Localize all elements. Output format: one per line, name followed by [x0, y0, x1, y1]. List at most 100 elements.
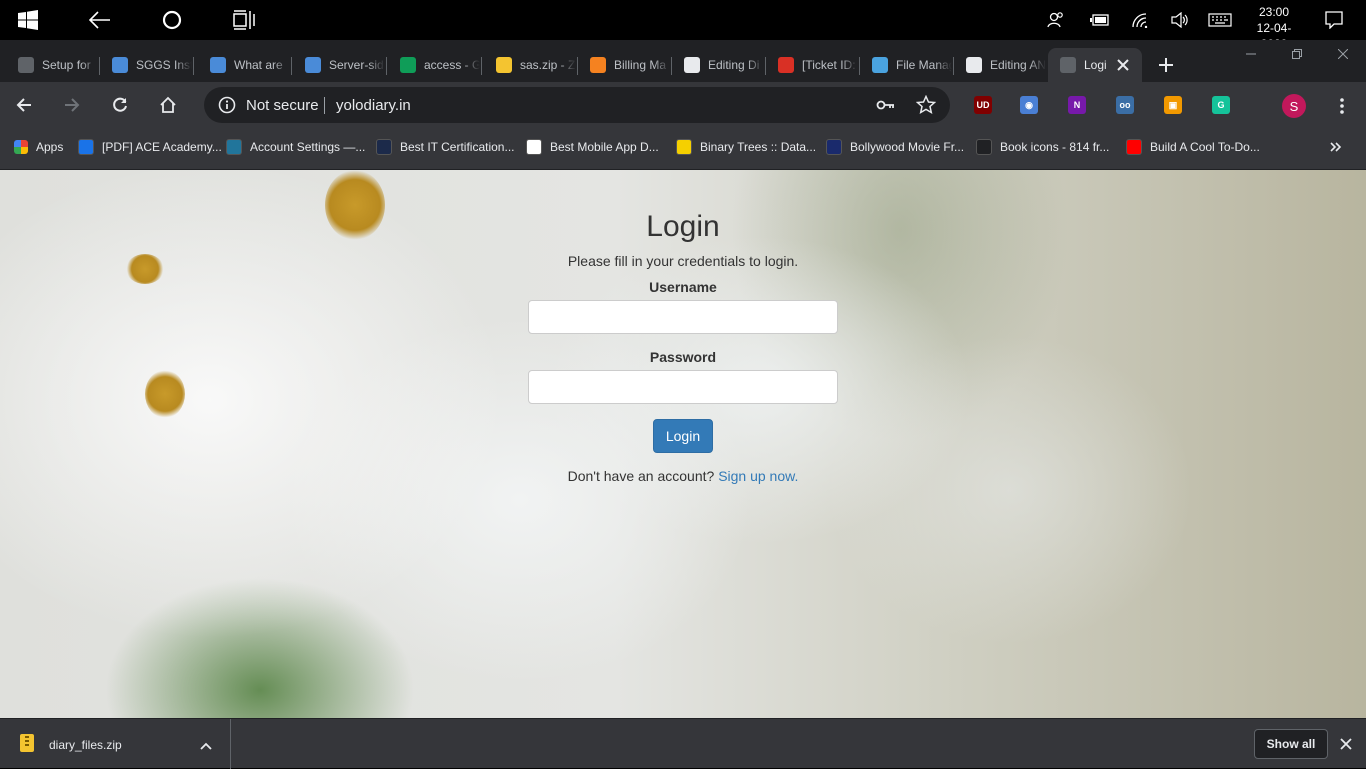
keyboard-icon[interactable]: [1208, 10, 1232, 30]
tab-favicon-icon: [305, 57, 321, 73]
bookmark-item[interactable]: Account Settings —...: [226, 137, 365, 157]
reload-icon[interactable]: [104, 89, 136, 121]
zip-file-icon: [20, 734, 34, 752]
info-circle-icon[interactable]: [218, 96, 236, 119]
tab-separator: [193, 57, 194, 75]
more-bookmarks-chevron-icon[interactable]: [1330, 140, 1342, 158]
key-icon[interactable]: [876, 97, 896, 118]
browser-tab[interactable]: File Manag: [860, 48, 954, 82]
tab-title: sas.zip - Z: [520, 58, 576, 72]
restore-icon[interactable]: [1274, 40, 1320, 68]
tab-favicon-icon: [684, 57, 700, 73]
onenote-extension-icon[interactable]: N: [1068, 96, 1086, 114]
bookmark-label: Build A Cool To-Do...: [1150, 140, 1260, 154]
windows-taskbar: 23:00 12-04-2020: [0, 0, 1366, 51]
cortana-circle-icon[interactable]: [152, 0, 192, 40]
tab-favicon-icon: [112, 57, 128, 73]
minimize-icon[interactable]: [1228, 40, 1274, 68]
address-bar[interactable]: Not secure yolodiary.in: [204, 87, 950, 123]
browser-tab[interactable]: What are: [198, 48, 292, 82]
tab-favicon-icon: [872, 57, 888, 73]
wifi-icon[interactable]: [1130, 10, 1150, 30]
show-all-button[interactable]: Show all: [1254, 729, 1328, 759]
back-arrow-icon[interactable]: [8, 89, 40, 121]
volume-icon[interactable]: [1170, 10, 1190, 30]
bookmark-label: Bollywood Movie Fr...: [850, 140, 965, 154]
browser-tab[interactable]: [Ticket ID:: [766, 48, 860, 82]
bookmark-label: Book icons - 814 fr...: [1000, 140, 1110, 154]
username-input[interactable]: [528, 300, 838, 334]
windows-logo-icon[interactable]: [8, 0, 48, 40]
screenshot-extension-icon[interactable]: ▣: [1164, 96, 1182, 114]
username-label: Username: [649, 279, 717, 295]
camera-extension-icon[interactable]: ◉: [1020, 96, 1038, 114]
browser-tab[interactable]: Server-sid: [293, 48, 387, 82]
close-tab-icon[interactable]: [1116, 58, 1130, 72]
tab-separator: [386, 57, 387, 75]
browser-tab[interactable]: Billing Ma: [578, 48, 672, 82]
clock-time: 23:00: [1258, 5, 1290, 19]
bookmark-label: Account Settings —...: [250, 140, 366, 154]
new-tab-plus-icon[interactable]: [1152, 51, 1180, 79]
bookmark-item[interactable]: Best Mobile App D...: [526, 137, 659, 157]
notification-icon[interactable]: [1324, 10, 1344, 30]
bookmark-item[interactable]: Bollywood Movie Fr...: [826, 137, 964, 157]
browser-tab[interactable]: SGGS Insti: [100, 48, 194, 82]
bookmark-favicon-icon: [826, 139, 842, 155]
bookmark-label: Best Mobile App D...: [550, 140, 659, 154]
people-icon[interactable]: [1046, 10, 1066, 30]
download-shelf: diary_files.zip Show all: [0, 718, 1366, 769]
close-window-icon[interactable]: [1320, 40, 1366, 68]
browser-tab[interactable]: sas.zip - Z: [484, 48, 578, 82]
bookmark-favicon-icon: [526, 139, 542, 155]
flower-stamen: [325, 170, 385, 240]
browser-tab[interactable]: Editing Di: [672, 48, 766, 82]
home-icon[interactable]: [152, 89, 184, 121]
battery-icon[interactable]: [1090, 10, 1110, 30]
signup-link[interactable]: Sign up now.: [718, 468, 798, 484]
bookmark-item[interactable]: Book icons - 814 fr...: [976, 137, 1109, 157]
grammarly-extension-icon[interactable]: G: [1212, 96, 1230, 114]
tab-favicon-icon: [1060, 57, 1076, 73]
forward-arrow-icon[interactable]: [56, 89, 88, 121]
bookmark-favicon-icon: [376, 139, 392, 155]
tab-favicon-icon: [966, 57, 982, 73]
task-view-icon[interactable]: [224, 0, 264, 40]
web-page: Login Please fill in your credentials to…: [0, 170, 1366, 718]
download-item[interactable]: diary_files.zip: [0, 719, 231, 769]
tab-strip: Setup for SGGS Insti What are Server-sid acc…: [0, 40, 1366, 82]
bookmark-item[interactable]: Build A Cool To-Do...: [1126, 137, 1260, 157]
profile-avatar[interactable]: S: [1282, 94, 1306, 118]
tab-title: access - G: [424, 58, 480, 72]
bookmark-item[interactable]: Binary Trees :: Data...: [676, 137, 816, 157]
password-input[interactable]: [528, 370, 838, 404]
owl-extension-icon[interactable]: oo: [1116, 96, 1134, 114]
tab-favicon-icon: [210, 57, 226, 73]
chevron-up-icon[interactable]: [200, 738, 212, 756]
bookmark-label: Binary Trees :: Data...: [700, 140, 817, 154]
login-button[interactable]: Login: [653, 419, 713, 453]
close-shelf-icon[interactable]: [1340, 737, 1352, 755]
apps-shortcut[interactable]: Apps: [14, 137, 63, 157]
tab-favicon-icon: [400, 57, 416, 73]
bookmark-star-icon[interactable]: [915, 94, 937, 120]
security-label[interactable]: Not secure: [246, 97, 319, 114]
browser-tab[interactable]: access - G: [388, 48, 482, 82]
ublock-extension-icon[interactable]: UD: [974, 96, 992, 114]
tab-separator: [481, 57, 482, 75]
url-text[interactable]: yolodiary.in: [336, 97, 411, 114]
tab-favicon-icon: [590, 57, 606, 73]
tab-title: Billing Ma: [614, 58, 667, 72]
bookmark-item[interactable]: Best IT Certification...: [376, 137, 515, 157]
omnibox-divider: [324, 97, 325, 114]
bookmark-item[interactable]: [PDF] ACE Academy...: [78, 137, 222, 157]
tab-favicon-icon: [778, 57, 794, 73]
browser-tab[interactable]: Setup for: [6, 48, 100, 82]
tab-title: Server-sid: [329, 58, 384, 72]
tab-title: Logi: [1084, 58, 1107, 72]
bookmark-favicon-icon: [676, 139, 692, 155]
tab-active[interactable]: Logi: [1048, 48, 1142, 82]
kebab-menu-icon[interactable]: [1332, 96, 1352, 116]
browser-tab[interactable]: Editing AN: [954, 48, 1048, 82]
arrow-left-icon[interactable]: [80, 0, 120, 40]
